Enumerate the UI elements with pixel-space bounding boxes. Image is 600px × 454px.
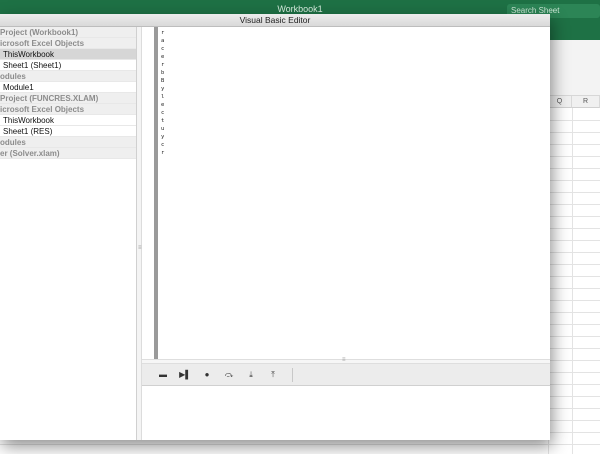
grid-row-line [0, 444, 600, 445]
step-icon[interactable]: ▶▌ [178, 368, 192, 382]
step-out-icon[interactable]: ⤒ [266, 368, 280, 382]
step-into-icon[interactable]: ⤓ [244, 368, 258, 382]
vbe-title-bar[interactable]: Visual Basic Editor [0, 14, 550, 27]
code-char: r [161, 150, 165, 156]
code-char: c [161, 46, 165, 52]
step-over-icon[interactable]: ⤼ [222, 368, 236, 382]
project-tree-item[interactable]: ThisWorkbook [0, 115, 136, 126]
code-char: r [161, 62, 165, 68]
project-tree-group[interactable]: Project (Workbook1) [0, 27, 136, 38]
project-tree-group[interactable]: icrosoft Excel Objects [0, 104, 136, 115]
workbook-title: Workbook1 [277, 4, 323, 14]
code-char: B [161, 78, 165, 84]
code-char: y [161, 86, 165, 92]
project-tree-group[interactable]: Project (FUNCRES.XLAM) [0, 93, 136, 104]
column-header-q[interactable]: Q [548, 96, 572, 108]
code-char: e [161, 102, 165, 108]
project-tree-item[interactable]: Sheet1 (RES) [0, 126, 136, 137]
immediate-window[interactable] [142, 386, 550, 440]
code-char: r [161, 30, 165, 36]
visual-basic-editor-window: Visual Basic Editor Project (Workbook1) i… [0, 14, 550, 440]
code-margin-bar [154, 27, 158, 359]
code-char: t [161, 118, 165, 124]
hsplit-grip-icon[interactable]: ≡ [342, 357, 346, 363]
code-char: y [161, 134, 165, 140]
project-tree-item[interactable]: Module1 [0, 82, 136, 93]
toolbar-separator [292, 367, 293, 382]
project-tree-item[interactable]: ThisWorkbook [0, 49, 136, 60]
project-tree-group[interactable]: odules [0, 137, 136, 148]
code-char: a [161, 38, 165, 44]
debug-toolbar: ▬ ▶▌ ● ⤼ ⤓ ⤒ [142, 364, 550, 386]
grid-column-line [572, 108, 573, 454]
run-icon[interactable]: ▬ [156, 368, 170, 382]
splitter-grip-icon[interactable]: ≡ [138, 245, 142, 251]
code-char: u [161, 126, 165, 132]
column-header-r[interactable]: R [572, 96, 600, 108]
code-window[interactable]: racerbBylectuycr [142, 27, 550, 359]
code-char: e [161, 54, 165, 60]
code-char: l [161, 94, 165, 100]
project-explorer: Project (Workbook1) icrosoft Excel Object… [0, 27, 137, 440]
code-char: c [161, 142, 165, 148]
stop-icon[interactable]: ● [200, 368, 214, 382]
code-text: racerbBylectuycr [161, 29, 167, 157]
code-char: c [161, 110, 165, 116]
project-tree-item[interactable]: Sheet1 (Sheet1) [0, 60, 136, 71]
code-char: b [161, 70, 165, 76]
project-tree-group[interactable]: odules [0, 71, 136, 82]
project-tree-group[interactable]: er (Solver.xlam) [0, 148, 136, 159]
project-tree-group[interactable]: icrosoft Excel Objects [0, 38, 136, 49]
